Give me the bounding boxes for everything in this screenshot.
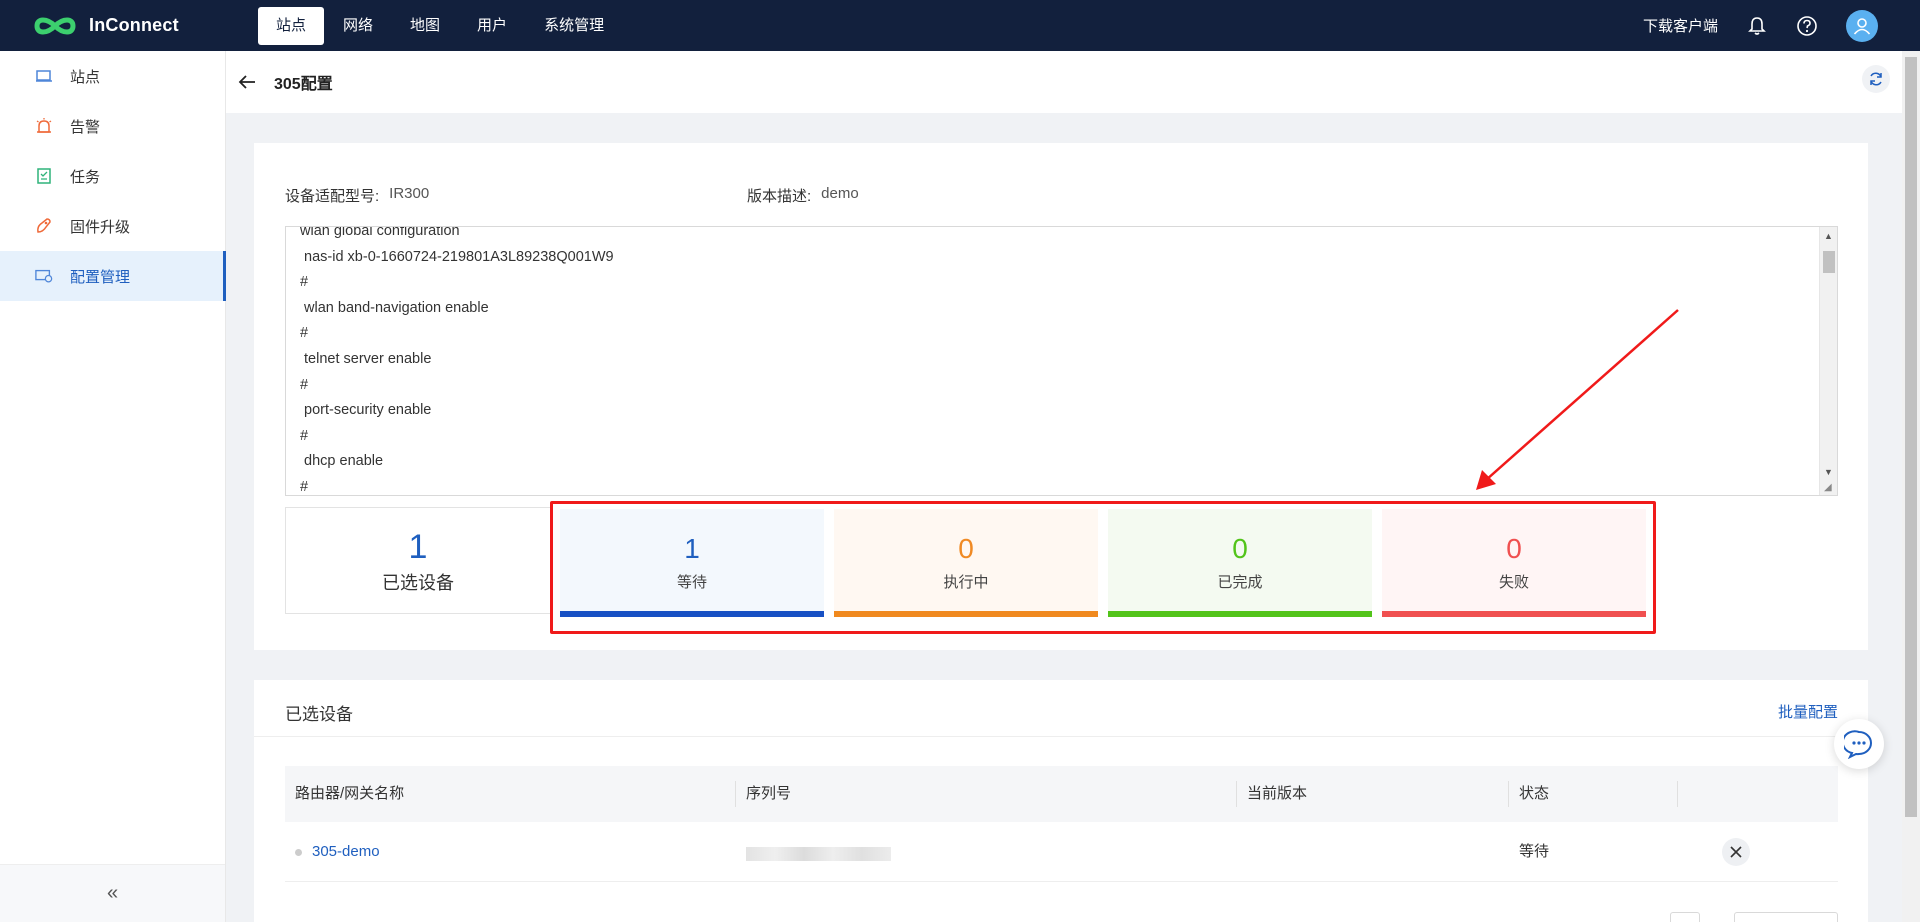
sidebar-item-sites[interactable]: 站点 — [0, 51, 225, 101]
sidebar-item-label: 固件升级 — [70, 218, 131, 236]
config-textarea[interactable]: wlan global configuration nas-id xb-0-16… — [285, 226, 1838, 496]
config-line: # — [300, 325, 309, 342]
config-meta: 设备适配型号: IR300 版本描述: demo — [285, 185, 859, 206]
logo[interactable]: InConnect — [33, 14, 258, 38]
config-scrollbar[interactable]: ▲ ▼ ◢ — [1819, 227, 1837, 495]
column-header-status: 状态 — [1519, 785, 1550, 802]
model-value: IR300 — [389, 185, 430, 202]
sidebar-item-label: 配置管理 — [70, 268, 131, 286]
firmware-icon — [35, 217, 53, 235]
config-line: wlan band-navigation enable — [300, 299, 489, 316]
serial-redacted — [746, 847, 891, 861]
config-line: # — [300, 376, 309, 393]
config-line: # — [300, 274, 309, 291]
help-icon[interactable] — [1796, 15, 1818, 37]
config-card: 设备适配型号: IR300 版本描述: demo wlan global con… — [254, 143, 1868, 650]
pagination-page-button[interactable] — [1670, 912, 1700, 922]
device-name-cell: 305-demo — [295, 822, 380, 882]
highlight-box — [550, 501, 1656, 634]
nav-map[interactable]: 地图 — [392, 7, 458, 45]
window-scroll-thumb[interactable] — [1905, 57, 1917, 817]
column-divider — [1677, 781, 1678, 807]
version-desc-value: demo — [821, 185, 859, 202]
table-header: 路由器/网关名称 序列号 当前版本 状态 — [285, 766, 1838, 822]
chat-support-button[interactable] — [1834, 719, 1884, 769]
devices-section-title: 已选设备 — [285, 705, 353, 724]
user-avatar-icon[interactable] — [1846, 9, 1878, 42]
device-status-cell: 等待 — [1519, 843, 1550, 860]
back-arrow-icon[interactable] — [232, 67, 262, 97]
main-nav: 站点 网络 地图 用户 系统管理 — [258, 6, 623, 45]
sidebar-item-config[interactable]: 配置管理 — [0, 251, 226, 301]
selected-count: 1 — [408, 528, 428, 566]
status-dot — [295, 848, 302, 856]
sidebar-item-alarms[interactable]: 告警 — [0, 101, 225, 151]
close-icon — [1730, 846, 1742, 858]
column-header-name: 路由器/网关名称 — [295, 785, 405, 802]
config-line: wlan global configuration — [300, 226, 460, 239]
config-line: telnet server enable — [300, 350, 432, 367]
sidebar: 站点 告警 任务 固件升级 配置管理 « — [0, 51, 226, 922]
site-icon — [35, 67, 53, 85]
alarm-icon — [35, 117, 53, 135]
divider — [254, 736, 1868, 737]
config-line: # — [300, 427, 309, 444]
selected-devices-card: 已选设备 批量配置 路由器/网关名称 序列号 当前版本 状态 305-demo … — [254, 680, 1868, 922]
download-client-link[interactable]: 下载客户端 — [1643, 15, 1718, 36]
page-header: 305配置 — [226, 51, 1902, 113]
top-right-tools: 下载客户端 — [1643, 0, 1878, 51]
nav-users[interactable]: 用户 — [459, 7, 525, 45]
sidebar-item-firmware[interactable]: 固件升级 — [0, 201, 225, 251]
task-icon — [35, 167, 53, 185]
sidebar-collapse-button[interactable]: « — [0, 864, 225, 922]
app-name: InConnect — [89, 15, 179, 35]
sidebar-item-label: 站点 — [70, 68, 101, 86]
sidebar-item-tasks[interactable]: 任务 — [0, 151, 225, 201]
scroll-down-icon[interactable]: ▼ — [1824, 467, 1833, 477]
nav-system[interactable]: 系统管理 — [526, 7, 622, 45]
page-size-select[interactable] — [1734, 912, 1838, 922]
remove-device-button[interactable] — [1722, 838, 1750, 866]
batch-config-button[interactable]: 批量配置 — [1778, 701, 1838, 722]
nav-network[interactable]: 网络 — [325, 7, 391, 45]
scroll-thumb[interactable] — [1823, 251, 1835, 273]
selected-label: 已选设备 — [382, 573, 454, 593]
refresh-icon[interactable] — [1862, 65, 1890, 93]
sidebar-item-label: 任务 — [70, 168, 101, 186]
column-header-serial: 序列号 — [746, 785, 792, 802]
selected-devices-summary: 1 已选设备 — [285, 507, 551, 614]
config-icon — [35, 267, 53, 285]
config-line: port-security enable — [300, 402, 432, 419]
top-navbar: InConnect 站点 网络 地图 用户 系统管理 下载客户端 — [0, 0, 1920, 51]
table-row: 305-demo 等待 — [285, 822, 1838, 882]
resize-grip-icon[interactable]: ◢ — [1824, 482, 1832, 493]
page-title: 305配置 — [274, 76, 333, 93]
bell-icon[interactable] — [1746, 15, 1768, 37]
inconnect-logo-icon — [34, 17, 76, 34]
config-line: # — [300, 478, 309, 495]
sidebar-item-label: 告警 — [70, 118, 101, 136]
scroll-up-icon[interactable]: ▲ — [1824, 231, 1833, 241]
column-header-version: 当前版本 — [1247, 785, 1308, 802]
model-label: 设备适配型号: — [285, 188, 380, 205]
window-scrollbar[interactable] — [1902, 51, 1920, 922]
version-desc-label: 版本描述: — [747, 188, 812, 205]
device-name-link[interactable]: 305-demo — [312, 843, 380, 860]
chat-bubble-icon — [1844, 730, 1872, 759]
config-line: dhcp enable — [300, 453, 384, 470]
config-line: nas-id xb-0-1660724-219801A3L89238Q001W9 — [300, 248, 614, 265]
nav-sites[interactable]: 站点 — [258, 6, 325, 45]
